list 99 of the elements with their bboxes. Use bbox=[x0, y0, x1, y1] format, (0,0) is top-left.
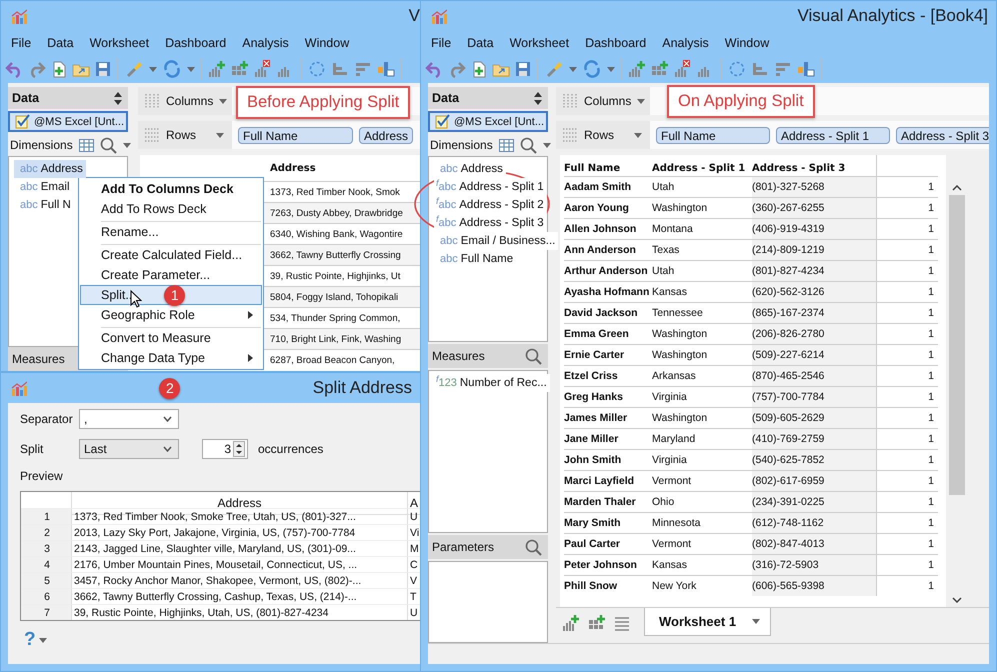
table-cell: Marden Thaler bbox=[564, 491, 652, 512]
table-cell: (620)-562-3126 bbox=[752, 281, 876, 302]
table-cell: 1 bbox=[876, 281, 938, 302]
row-number: 7 bbox=[21, 604, 71, 620]
table-cell: 1 bbox=[876, 386, 938, 407]
table-cell: 1 bbox=[876, 428, 938, 449]
table-cell: Aadam Smith bbox=[564, 176, 652, 197]
table-cell: 1 bbox=[876, 260, 938, 281]
table-cell: Allen Johnson bbox=[564, 218, 652, 239]
step-badge: 2 bbox=[159, 378, 180, 398]
table-cell: 1 bbox=[876, 554, 938, 575]
table-cell: 1 bbox=[876, 470, 938, 491]
table-cell: (801)-827-4234 bbox=[752, 260, 876, 281]
row-number: 1 bbox=[21, 508, 71, 524]
row-number: 5 bbox=[21, 572, 71, 588]
annotation-callout: On Applying Split bbox=[667, 85, 815, 118]
table-cell: 1 bbox=[876, 407, 938, 428]
table-cell: 1 bbox=[876, 512, 938, 533]
table-cell: Etzel Criss bbox=[564, 365, 652, 386]
table-cell: 1 bbox=[876, 176, 938, 197]
table-cell: 3457, Rocky Anchor Manor, Shakopee, Vermont, US, (802)-... bbox=[71, 572, 407, 588]
panel-title: Data bbox=[432, 91, 460, 105]
window-title: Visual Analytics - [Book4] bbox=[797, 6, 989, 26]
column-header: Address bbox=[269, 162, 317, 176]
section-label: Measures bbox=[432, 349, 485, 363]
table-cell: (360)-267-6255 bbox=[752, 197, 876, 218]
section-label: Preview bbox=[20, 469, 64, 483]
table-cell: 39, Rustic Pointe, Highjinks, Utah, US, (801)-827-4234 bbox=[71, 604, 407, 620]
table-cell: Arthur Anderson bbox=[564, 260, 652, 281]
field-label: Split bbox=[20, 442, 44, 456]
table-cell: Greg Hanks bbox=[564, 386, 652, 407]
section-label: Parameters bbox=[432, 540, 494, 554]
table-cell: 7263, Dusty Abbey, Drawbridge bbox=[264, 202, 420, 223]
table-cell: (509)-605-2629 bbox=[752, 407, 876, 428]
table-cell: John Smith bbox=[564, 449, 652, 470]
column-header: Address - Split 1 bbox=[652, 162, 746, 176]
table-cell: Ernie Carter bbox=[564, 344, 652, 365]
table-cell: (757)-700-7784 bbox=[752, 386, 876, 407]
table-cell: Aaron Young bbox=[564, 197, 652, 218]
field-label: Separator bbox=[20, 412, 74, 426]
table-cell: Paul Carter bbox=[564, 533, 652, 554]
row-number: 2 bbox=[21, 524, 71, 540]
table-cell: (406)-919-4319 bbox=[752, 218, 876, 239]
table-cell: (802)-847-4013 bbox=[752, 533, 876, 554]
table-cell: 1 bbox=[876, 302, 938, 323]
table-cell: 1 bbox=[876, 533, 938, 554]
section-label: Measures bbox=[12, 352, 65, 366]
table-cell: (802)-617-6959 bbox=[752, 470, 876, 491]
table-cell: 1 bbox=[876, 491, 938, 512]
table-cell: Ann Anderson bbox=[564, 239, 652, 260]
table-cell: Emma Green bbox=[564, 323, 652, 344]
table-cell: Ayasha Hofmann bbox=[564, 281, 652, 302]
section-label: Dimensions bbox=[430, 138, 493, 152]
table-cell: (865)-167-2374 bbox=[752, 302, 876, 323]
table-cell: James Miller bbox=[564, 407, 652, 428]
table-cell: 3662, Tawny Butterfly Crossing bbox=[264, 244, 420, 265]
table-cell: (801)-327-5268 bbox=[752, 176, 876, 197]
table-cell: 5804, Foggy Island, Tohopikali bbox=[264, 286, 420, 307]
table-cell: 2143, Jagged Line, Slaughter ville, Maryland, US, (301)-09... bbox=[71, 540, 407, 556]
table-cell: 1 bbox=[876, 323, 938, 344]
table-cell: (410)-769-2759 bbox=[752, 428, 876, 449]
panel-title: Data bbox=[12, 91, 40, 105]
table-cell: Phill Snow bbox=[564, 575, 652, 596]
table-cell: 1 bbox=[876, 365, 938, 386]
table-cell: 1 bbox=[876, 239, 938, 260]
row-number: 6 bbox=[21, 588, 71, 604]
table-cell: (870)-465-2546 bbox=[752, 365, 876, 386]
table-cell: 1 bbox=[876, 218, 938, 239]
row-number: 3 bbox=[21, 540, 71, 556]
table-cell: 1 bbox=[876, 197, 938, 218]
field-label: occurrences bbox=[258, 442, 324, 456]
column-header: Full Name bbox=[564, 162, 622, 176]
table-cell: (206)-826-2780 bbox=[752, 323, 876, 344]
table-cell: 3662, Tawny Butterfly Crossing, Cashup, Texas, US, (214)-... bbox=[71, 588, 407, 604]
table-cell: 1 bbox=[876, 449, 938, 470]
table-cell: (509)-227-6214 bbox=[752, 344, 876, 365]
table-cell: 2013, Lazy Sky Port, Jakajone, Virginia, US, (757)-700-7784 bbox=[71, 524, 407, 540]
table-cell: (234)-391-0225 bbox=[752, 491, 876, 512]
step-badge: 1 bbox=[164, 284, 186, 306]
table-cell: (214)-809-1219 bbox=[752, 239, 876, 260]
table-cell: (540)-625-7852 bbox=[752, 449, 876, 470]
column-header: Address - Split 3 bbox=[752, 162, 846, 176]
row-number: 4 bbox=[21, 556, 71, 572]
table-cell: David Jackson bbox=[564, 302, 652, 323]
table-cell: 1 bbox=[876, 344, 938, 365]
table-cell: (606)-565-9398 bbox=[752, 575, 876, 596]
window-title: V bbox=[408, 6, 420, 26]
window-title: Split Address bbox=[312, 378, 413, 398]
table-cell: 710, Bright Link, Fink, Washing bbox=[264, 328, 420, 349]
table-cell: Jane Miller bbox=[564, 428, 652, 449]
table-cell: Marci Layfield bbox=[564, 470, 652, 491]
table-cell: 2176, Umber Mountain Pines, Mousetail, Connecticut, US, ... bbox=[71, 556, 407, 572]
section-label: Dimensions bbox=[10, 138, 73, 152]
table-cell: (316)-72-5903 bbox=[752, 554, 876, 575]
table-cell: Peter Johnson bbox=[564, 554, 652, 575]
table-cell: Mary Smith bbox=[564, 512, 652, 533]
table-cell: (612)-748-1162 bbox=[752, 512, 876, 533]
table-cell: 1 bbox=[876, 575, 938, 596]
annotation-callout: Before Applying Split bbox=[236, 86, 410, 119]
